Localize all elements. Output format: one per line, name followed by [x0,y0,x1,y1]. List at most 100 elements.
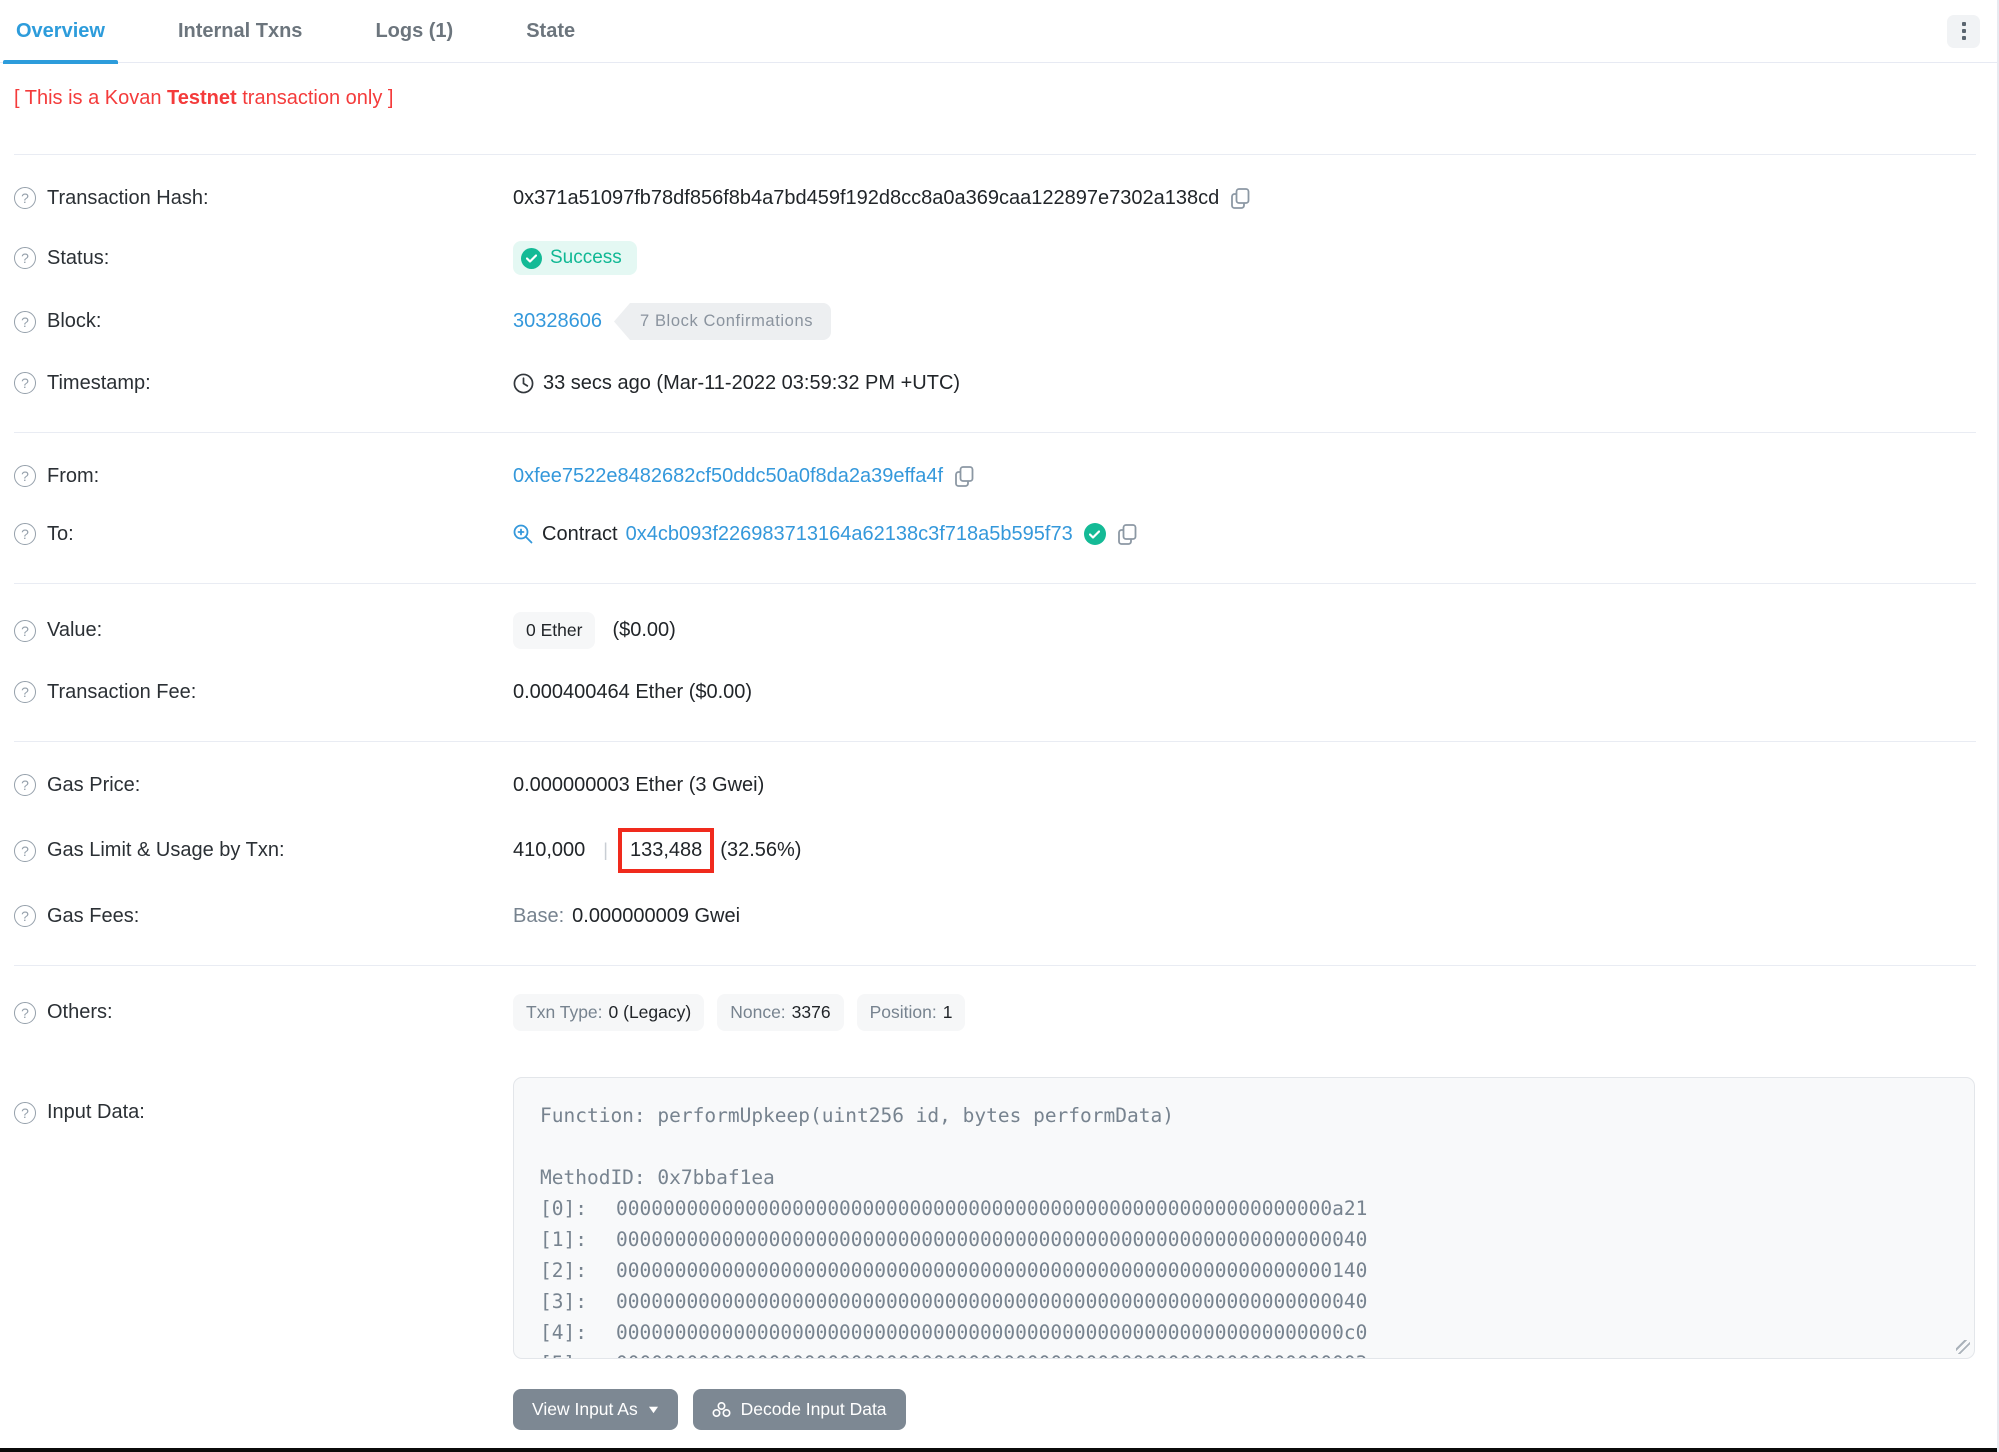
input-param-line: [4]: 00000000000000000000000000000000000… [540,1321,1368,1344]
testnet-notice-bold: Testnet [167,87,237,109]
decode-icon [712,1401,731,1418]
row-value: ? Value: 0 Ether ($0.00) [14,598,1976,663]
tab-overview[interactable]: Overview [3,0,118,64]
tab-internal-txns[interactable]: Internal Txns [165,0,315,63]
help-icon[interactable]: ? [14,681,36,703]
position-badge-label: Position: [869,1002,937,1022]
help-icon[interactable]: ? [14,1101,36,1124]
chevron-down-icon: ▼ [645,1403,661,1416]
clock-icon [513,373,534,394]
input-param-line: [0]: 00000000000000000000000000000000000… [540,1197,1368,1220]
base-fee-value: 0.000000009 Gwei [572,904,741,927]
help-icon[interactable]: ? [14,619,36,642]
help-icon[interactable]: ? [14,247,36,269]
others-label: Others: [47,1001,113,1023]
to-address-link[interactable]: 0x4cb093f226983713164a62138c3f718a5b595f… [626,523,1073,546]
to-contract-prefix: Contract [542,522,618,545]
copy-icon[interactable] [1117,523,1137,545]
input-param-line: [2]: 00000000000000000000000000000000000… [540,1259,1368,1282]
from-address-link[interactable]: 0xfee7522e8482682cf50ddc50a0f8da2a39effa… [513,465,943,488]
testnet-notice: [ This is a Kovan Testnet transaction on… [14,63,1976,155]
help-icon[interactable]: ? [14,774,36,796]
testnet-notice-prefix: [ This is a Kovan [14,87,168,109]
transaction-hash-label: Transaction Hash: [47,186,209,209]
nonce-badge: Nonce: 3376 [717,994,844,1031]
tab-bar: Overview Internal Txns Logs (1) State [0,0,1997,64]
gas-used-percent: (32.56%) [720,839,802,861]
section-value-fee: ? Value: 0 Ether ($0.00) ? Transaction F… [14,584,1976,742]
row-gas-limit-usage: ? Gas Limit & Usage by Txn: 410,000 | 13… [14,814,1976,887]
position-badge: Position: 1 [856,994,966,1031]
help-icon[interactable]: ? [14,465,36,487]
transaction-fee-value: 0.000400464 Ether ($0.00) [513,680,753,703]
usd-value: ($0.00) [612,619,676,641]
row-gas-fees: ? Gas Fees: Base: 0.000000009 Gwei [14,887,1976,945]
help-icon[interactable]: ? [14,523,36,545]
row-others: ? Others: Txn Type: 0 (Legacy) Nonce: 33… [14,980,1976,1045]
input-data-actions: View Input As ▼ Decode Input Data [513,1389,1976,1430]
zoom-in-icon[interactable] [513,524,533,544]
help-icon[interactable]: ? [14,905,36,927]
gas-limit-label: Gas Limit & Usage by Txn: [47,839,285,861]
status-badge: Success [513,241,637,275]
help-icon[interactable]: ? [14,1001,36,1024]
position-badge-value: 1 [942,1002,953,1022]
nonce-badge-value: 3376 [791,1002,831,1022]
view-input-as-button[interactable]: View Input As ▼ [513,1389,678,1430]
gas-fees-label: Gas Fees: [47,904,140,927]
from-label: From: [47,464,100,487]
textarea-resize-handle[interactable] [1956,1340,1970,1354]
section-addresses: ? From: 0xfee7522e8482682cf50ddc50a0f8da… [14,433,1976,584]
row-timestamp: ? Timestamp: 33 secs ago (Mar-11-2022 03… [14,354,1976,412]
verified-check-icon [1083,523,1106,545]
decode-input-data-label: Decode Input Data [740,1399,887,1419]
transaction-fee-label: Transaction Fee: [47,680,197,703]
help-icon[interactable]: ? [14,372,36,394]
txn-type-badge: Txn Type: 0 (Legacy) [513,994,705,1031]
row-block: ? Block: 30328606 7 Block Confirmations [14,289,1976,354]
section-others-input: ? Others: Txn Type: 0 (Legacy) Nonce: 33… [14,966,1976,1430]
decode-input-data-button[interactable]: Decode Input Data [692,1389,906,1430]
row-to: ? To: Contract 0x4cb093f226983713164a621… [14,505,1976,563]
gas-used-value-annotated: 133,488 [617,828,715,873]
gas-separator: | [603,840,608,860]
check-circle-icon [521,247,542,269]
row-gas-price: ? Gas Price: 0.000000003 Ether (3 Gwei) [14,756,1976,814]
tab-logs[interactable]: Logs (1) [362,0,466,63]
gas-price-value: 0.000000003 Ether (3 Gwei) [513,773,765,796]
copy-icon[interactable] [1231,187,1250,209]
txn-type-badge-value: 0 (Legacy) [608,1002,692,1022]
kebab-menu-icon [1961,22,1966,40]
section-summary: ? Transaction Hash: 0x371a51097fb78df856… [14,155,1976,433]
block-label: Block: [47,310,102,332]
block-confirmations-badge: 7 Block Confirmations [613,303,832,340]
row-transaction-fee: ? Transaction Fee: 0.000400464 Ether ($0… [14,663,1976,721]
window-bottom-edge [0,1448,1997,1452]
view-input-as-label: View Input As [532,1399,638,1419]
input-function-line: Function: performUpkeep(uint256 id, byte… [540,1104,1174,1127]
more-options-button[interactable] [1947,14,1980,48]
block-number-link[interactable]: 30328606 [513,310,602,333]
status-badge-text: Success [550,247,622,268]
help-icon[interactable]: ? [14,839,36,862]
txn-type-badge-label: Txn Type: [526,1002,603,1022]
copy-icon[interactable] [955,465,974,487]
base-fee-label: Base: [513,904,565,927]
input-param-line: [3]: 00000000000000000000000000000000000… [540,1290,1368,1313]
ether-value-badge: 0 Ether [513,612,596,649]
tab-state[interactable]: State [513,0,588,63]
row-input-data: ? Input Data: Function: performUpkeep(ui… [14,1063,1976,1373]
help-icon[interactable]: ? [14,187,36,209]
input-data-label: Input Data: [47,1101,145,1123]
row-from: ? From: 0xfee7522e8482682cf50ddc50a0f8da… [14,447,1976,505]
input-methodid-line: MethodID: 0x7bbaf1ea [540,1166,775,1189]
to-label: To: [47,522,74,545]
transaction-details-page: Overview Internal Txns Logs (1) State [ … [0,0,1999,1452]
input-blank-line [540,1131,1948,1162]
testnet-notice-suffix: transaction only ] [236,87,394,109]
input-param-line: [1]: 00000000000000000000000000000000000… [540,1228,1368,1251]
row-status: ? Status: Success [14,227,1976,289]
timestamp-label: Timestamp: [47,371,151,394]
input-data-textarea[interactable]: Function: performUpkeep(uint256 id, byte… [513,1077,1975,1359]
help-icon[interactable]: ? [14,310,36,333]
